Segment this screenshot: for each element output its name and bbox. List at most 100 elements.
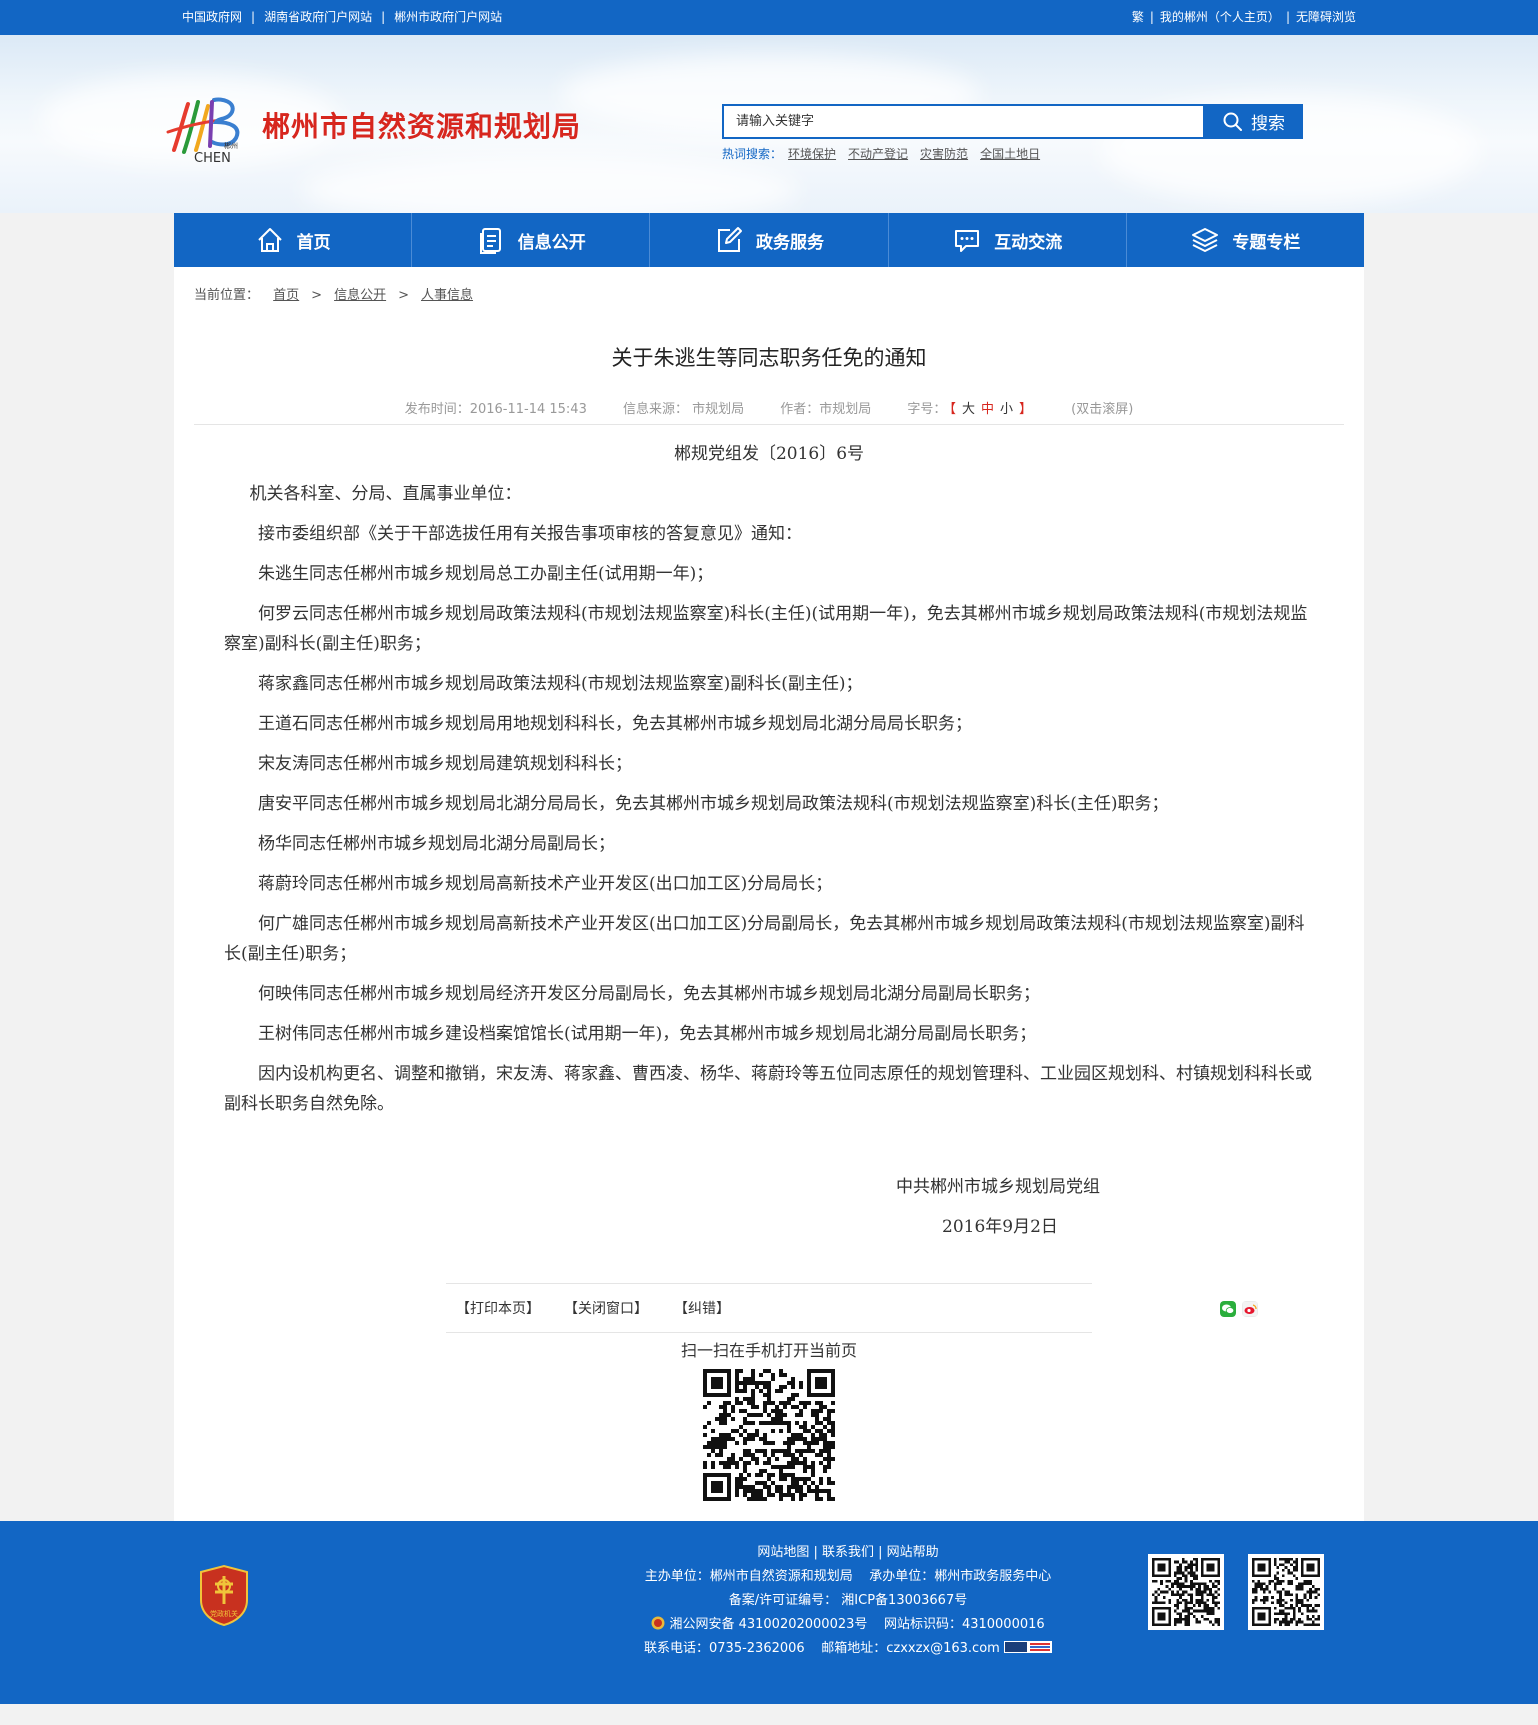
top-links-right: 繁 | 我的郴州（个人主页） | 无障碍浏览 <box>1131 10 1356 24</box>
hot-search-item[interactable]: 灾害防范 <box>920 147 968 161</box>
font-size-medium[interactable]: 中 <box>981 402 994 417</box>
nav-label: 专题专栏 <box>1232 232 1301 253</box>
layers-icon <box>1192 228 1219 252</box>
article-paragraph: 王道石同志任郴州市城乡规划局用地规划科科长，免去其郴州市城乡规划局北湖分局局长职… <box>258 714 972 734</box>
hot-search: 热词搜索： 环境保护 不动产登记 灾害防范 全国土地日 <box>722 145 1040 162</box>
footer-links: 网站地图 | 联系我们 | 网站帮助 <box>757 1545 939 1560</box>
top-links-left: 中国政府网 | 湖南省政府门户网站 | 郴州市政府门户网站 <box>182 10 503 24</box>
wechat-qr-code-icon <box>1152 1558 1220 1626</box>
svg-text:郴州: 郴州 <box>224 141 238 150</box>
search-input[interactable] <box>724 106 1203 137</box>
document-icon <box>479 228 501 254</box>
header: 郴州 CHEN 郴州市自然资源和规划局 搜索 热词搜索： 环境保护不动产登记灾害防… <box>0 35 1538 213</box>
link-hunan-gov[interactable]: 湖南省政府门户网站 <box>264 10 372 24</box>
article-body: 郴规党组发〔2016〕6号 机关各科室、分局、直属事业单位： 接市委组织部《关于… <box>224 439 1314 1129</box>
hot-search-item[interactable]: 环境保护 <box>788 147 836 161</box>
close-window-button[interactable]: 【关闭窗口】 <box>564 1298 648 1318</box>
search-button-label: 搜索 <box>1251 114 1285 134</box>
nav-item-topics[interactable]: 专题专栏 <box>1127 213 1364 267</box>
footer-qr-code-1 <box>1148 1554 1224 1630</box>
organizer: 承办单位：郴州市政务服务中心 <box>869 1569 1052 1584</box>
icp[interactable]: 备案/许可证编号： 湘ICP备13003667号 <box>630 1589 1066 1613</box>
breadcrumb-separator: > <box>398 288 409 303</box>
breadcrumb-item-personnel[interactable]: 人事信息 <box>421 288 473 303</box>
addressee: 机关各科室、分局、直属事业单位： <box>249 484 522 504</box>
site-id: 网站标识码：4310000016 <box>883 1617 1045 1632</box>
article-paragraph: 何映伟同志任郴州市城乡规划局经济开发区分局副局长，免去其郴州市城乡规划局北湖分局… <box>258 984 1040 1004</box>
article-meta: 发布时间：2016-11-14 15:43 信息来源： 市规划局 作者：市规划局… <box>174 398 1364 417</box>
nav-label: 首页 <box>296 232 331 253</box>
article-paragraph: 蒋家鑫同志任郴州市城乡规划局政策法规科(市规划法规监察室)副科长(副主任)； <box>258 674 863 694</box>
contact-link[interactable]: 联系我们 <box>822 1545 874 1560</box>
nav-item-info[interactable]: 信息公开 <box>412 213 651 267</box>
publish-time: 发布时间：2016-11-14 15:43 <box>404 402 587 417</box>
breadcrumb-separator: > <box>311 288 323 303</box>
article-paragraph: 接市委组织部《关于干部选拔任用有关报告事项审核的答复意见》通知： <box>258 524 802 544</box>
site-logo-icon: 郴州 CHEN <box>166 97 240 164</box>
home-icon <box>257 228 282 252</box>
nav-item-interaction[interactable]: 互动交流 <box>889 213 1127 267</box>
sitemap-link[interactable]: 网站地图 <box>757 1545 809 1560</box>
main-nav: 首页 信息公开 政务服务 互动交流 专题专栏 <box>174 213 1364 267</box>
footer-info: 网站地图 | 联系我们 | 网站帮助 主办单位：郴州市自然资源和规划局 承办单位… <box>630 1541 1066 1661</box>
traditional-chinese-link[interactable]: 繁 <box>1132 10 1144 24</box>
help-link[interactable]: 网站帮助 <box>887 1545 939 1560</box>
article-paragraph: 因内设机构更名、调整和撤销，宋友涛、蒋家鑫、曹西凌、杨华、蒋蔚玲等五位同志原任的… <box>224 1064 1312 1114</box>
bottom-strip <box>0 1704 1538 1725</box>
breadcrumb-item-info[interactable]: 信息公开 <box>334 288 386 303</box>
main-content: 当前位置： 首页 > 信息公开 > 人事信息 关于朱逃生等同志职务任免的通知 发布时间：… <box>174 267 1364 1521</box>
article-paragraph: 何罗云同志任郴州市城乡规划局政策法规科(市规划法规监察室)科长(主任)(试用期一… <box>224 604 1308 654</box>
article-paragraph: 蒋蔚玲同志任郴州市城乡规划局高新技术产业开发区(出口加工区)分局局长； <box>258 874 833 894</box>
doc-number: 郴规党组发〔2016〕6号 <box>673 444 865 464</box>
search-button[interactable]: 搜索 <box>1205 104 1303 139</box>
article-paragraph: 王树伟同志任郴州市城乡建设档案馆馆长(试用期一年)，免去其郴州市城乡规划局北湖分… <box>258 1024 1037 1044</box>
nav-item-services[interactable]: 政务服务 <box>650 213 889 267</box>
article-paragraph: 杨华同志任郴州市城乡规划局北湖分局副局长； <box>258 834 615 854</box>
footer: 党政机关 网站地图 | 联系我们 | 网站帮助 主办单位：郴州市自然资源和规划局… <box>0 1521 1538 1704</box>
nav-label: 信息公开 <box>517 232 586 253</box>
author: 作者：市规划局 <box>780 402 872 417</box>
edit-icon <box>718 227 742 252</box>
article-paragraph: 朱逃生同志任郴州市城乡规划局总工办副主任(试用期一年)； <box>258 564 714 584</box>
breadcrumb: 当前位置： 首页 > 信息公开 > 人事信息 <box>194 284 473 303</box>
cnzz-stat-icon[interactable] <box>1003 1641 1052 1653</box>
my-chenzhou-link[interactable]: 我的郴州（个人主页） <box>1160 10 1280 24</box>
breadcrumb-item-home[interactable]: 首页 <box>273 288 299 303</box>
scan-qr-hint: 扫一扫在手机打开当前页 <box>680 1341 857 1360</box>
divider <box>194 424 1344 425</box>
article-paragraph: 何广雄同志任郴州市城乡规划局高新技术产业开发区(出口加工区)分局副局长，免去其郴… <box>224 914 1305 964</box>
party-government-badge-icon[interactable]: 党政机关 <box>197 1564 251 1626</box>
correct-button[interactable]: 【纠错】 <box>674 1298 730 1318</box>
font-size-small[interactable]: 小 <box>1000 402 1013 417</box>
search-box <box>722 104 1205 139</box>
app-qr-code-icon <box>1252 1558 1320 1626</box>
accessibility-link[interactable]: 无障碍浏览 <box>1296 10 1356 24</box>
footer-contact-line: 联系电话：0735-2362006 邮箱地址：czxxzx@163.com <box>630 1637 1066 1661</box>
footer-police-line: 湘公网安备 43100202000023号 网站标识码：4310000016 <box>630 1613 1066 1637</box>
sponsor: 主办单位：郴州市自然资源和规划局 <box>644 1569 853 1584</box>
top-bar: 中国政府网 | 湖南省政府门户网站 | 郴州市政府门户网站 繁 | 我的郴州（个人主页） | 无… <box>0 0 1538 35</box>
phone: 联系电话：0735-2362006 <box>644 1641 805 1656</box>
search-icon <box>1223 112 1242 131</box>
font-size-large[interactable]: 大 <box>962 402 975 417</box>
hot-search-item[interactable]: 不动产登记 <box>848 147 908 161</box>
weibo-share-icon[interactable] <box>1242 1301 1258 1317</box>
signature-org: 中共郴州市城乡规划局党组 <box>896 1177 1100 1197</box>
svg-text:CHEN: CHEN <box>194 151 231 164</box>
print-button[interactable]: 【打印本页】 <box>456 1298 540 1318</box>
link-chenzhou-gov[interactable]: 郴州市政府门户网站 <box>394 10 502 24</box>
info-source: 信息来源： 市规划局 <box>622 402 745 417</box>
article-paragraph: 唐安平同志任郴州市城乡规划局北湖分局局长，免去其郴州市城乡规划局政策法规科(市规… <box>258 794 1169 814</box>
link-gov-cn[interactable]: 中国政府网 <box>182 10 242 24</box>
police-record[interactable]: 湘公网安备 43100202000023号 <box>669 1617 867 1632</box>
font-size-control: 字号：【大中小】 <box>907 402 1033 417</box>
wechat-share-icon[interactable] <box>1220 1301 1236 1317</box>
double-click-scroll[interactable]: (双击滚屏) <box>1071 402 1133 417</box>
hot-search-item[interactable]: 全国土地日 <box>980 147 1040 161</box>
nav-item-home[interactable]: 首页 <box>174 213 413 267</box>
chat-icon <box>955 230 980 252</box>
nav-label: 政务服务 <box>756 232 824 253</box>
footer-qr-code-2 <box>1248 1554 1324 1630</box>
article-paragraph: 宋友涛同志任郴州市城乡规划局建筑规划科科长； <box>258 754 632 774</box>
article-title: 关于朱逃生等同志职务任免的通知 <box>611 346 927 370</box>
